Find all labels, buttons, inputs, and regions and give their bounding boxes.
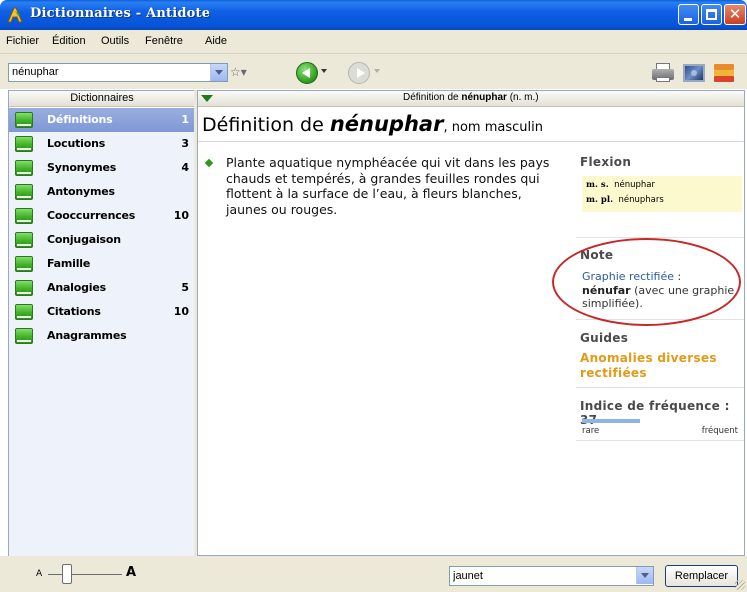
sidebar-item-label: Citations <box>47 305 101 318</box>
title-bar: Dictionnaires - Antidote ✕ <box>0 0 747 30</box>
green-book-icon <box>15 328 33 344</box>
dictionaries-list: Définitions 1 Locutions 3 Synonymes 4 An… <box>9 108 195 556</box>
sidebar-item-label: Cooccurrences <box>47 209 136 222</box>
sidebar-item-antonymes[interactable]: Antonymes <box>9 180 195 204</box>
green-book-icon <box>15 160 33 176</box>
sidebar-item-label: Conjugaison <box>47 233 121 246</box>
menu-aide[interactable]: Aide <box>205 35 227 47</box>
search-input[interactable] <box>12 66 207 78</box>
dictionaries-header: Dictionnaires <box>9 91 195 107</box>
guide-anomalies-link[interactable]: Anomalies diverses rectifiées <box>580 351 744 381</box>
sidebar-item-anagrammes[interactable]: Anagrammes <box>9 324 195 348</box>
replace-combobox[interactable] <box>449 566 654 586</box>
dictionaries-panel: Dictionnaires Définitions 1 Locutions 3 … <box>8 90 195 556</box>
green-book-icon <box>15 304 33 320</box>
flexion-title: Flexion <box>580 155 632 169</box>
green-book-icon <box>15 208 33 224</box>
page-title: Définition de nénuphar, nom masculin <box>202 112 543 136</box>
menu-bar: Fichier Édition Outils Fenêtre Aide <box>0 30 747 54</box>
frequency-bar <box>582 419 640 423</box>
definition-header: Définition de nénuphar (n. m.) <box>198 91 744 107</box>
sidebar-item-label: Analogies <box>47 281 106 294</box>
menu-outils[interactable]: Outils <box>101 35 129 47</box>
resize-grip[interactable] <box>735 580 745 590</box>
sidebar-item-cooccurrences[interactable]: Cooccurrences 10 <box>9 204 195 228</box>
zoom-slider-track[interactable] <box>48 574 122 575</box>
green-book-icon <box>15 184 33 200</box>
definition-header-text: Définition de nénuphar (n. m.) <box>403 92 539 103</box>
zoom-large-label: A <box>126 565 137 580</box>
green-book-icon <box>15 232 33 248</box>
sidebar-item-conjugaison[interactable]: Conjugaison <box>9 228 195 252</box>
forward-arrow-icon[interactable] <box>348 62 370 84</box>
toolbar: ☆▾ <box>0 54 747 89</box>
menu-edition[interactable]: Édition <box>52 35 86 47</box>
sidebar-item-definitions[interactable]: Définitions 1 <box>9 108 195 132</box>
maximize-button[interactable] <box>701 4 722 25</box>
flexion-row-singular: m. s. nénuphar <box>586 180 655 190</box>
frequency-axis <box>576 440 744 441</box>
headword: nénuphar <box>329 112 444 136</box>
print-icon[interactable] <box>652 63 674 83</box>
favorites-star-icon[interactable]: ☆▾ <box>230 65 254 81</box>
sidebar-item-label: Famille <box>47 257 91 270</box>
search-combobox[interactable] <box>8 63 228 82</box>
sidebar-item-count: 3 <box>181 137 189 150</box>
menu-fichier[interactable]: Fichier <box>6 35 39 47</box>
sidebar-item-analogies[interactable]: Analogies 5 <box>9 276 195 300</box>
back-arrow-icon[interactable] <box>296 62 318 84</box>
sidebar-item-label: Antonymes <box>47 185 115 198</box>
search-dropdown-button[interactable] <box>210 64 227 81</box>
frequency-label-rare: rare <box>582 426 600 436</box>
sidebar-item-famille[interactable]: Famille <box>9 252 195 276</box>
frequency-label-frequent: fréquent <box>701 426 738 436</box>
image-icon[interactable] <box>683 64 705 82</box>
guides-title: Guides <box>580 331 629 345</box>
sidebar-item-label: Locutions <box>47 137 106 150</box>
flexion-box: m. s. nénuphar m. pl. nénuphars <box>582 176 742 212</box>
replace-dropdown-button[interactable] <box>636 567 653 584</box>
zoom-small-label: A <box>36 569 43 579</box>
green-book-icon <box>15 112 33 128</box>
books-icon[interactable] <box>714 64 734 82</box>
sidebar-item-citations[interactable]: Citations 10 <box>9 300 195 324</box>
sidebar-item-label: Définitions <box>47 113 113 126</box>
zoom-slider-thumb[interactable] <box>62 564 72 584</box>
green-book-icon <box>15 256 33 272</box>
sidebar-item-label: Anagrammes <box>47 329 127 342</box>
close-button[interactable]: ✕ <box>724 4 746 25</box>
status-bar: A A Remplacer <box>0 556 747 592</box>
replace-input[interactable] <box>453 570 633 582</box>
collapse-triangle-icon[interactable] <box>201 95 213 102</box>
close-icon: ✕ <box>728 5 742 23</box>
sidebar-item-count: 5 <box>181 281 189 294</box>
sidebar-item-count: 10 <box>173 305 189 318</box>
menu-fenetre[interactable]: Fenêtre <box>145 35 183 47</box>
replace-button[interactable]: Remplacer <box>665 565 738 587</box>
minimize-button[interactable] <box>678 4 699 25</box>
window-title: Dictionnaires - Antidote <box>30 6 211 21</box>
sidebar-item-count: 10 <box>173 209 189 222</box>
back-history-chevron-icon[interactable] <box>321 69 327 73</box>
green-diamond-bullet-icon <box>204 158 214 168</box>
definition-text: Plante aquatique nymphéacée qui vit dans… <box>226 155 550 217</box>
maximize-icon <box>706 9 717 20</box>
flexion-row-plural: m. pl. nénuphars <box>586 195 664 205</box>
sidebar-item-count: 4 <box>181 161 189 174</box>
forward-history-chevron-icon[interactable] <box>374 69 380 73</box>
minimize-icon <box>684 18 692 21</box>
green-book-icon <box>15 136 33 152</box>
sidebar-item-locutions[interactable]: Locutions 3 <box>9 132 195 156</box>
red-annotation-ellipse <box>552 238 741 326</box>
sidebar-item-synonymes[interactable]: Synonymes 4 <box>9 156 195 180</box>
sidebar-item-label: Synonymes <box>47 161 117 174</box>
section-divider <box>576 387 744 388</box>
title-divider <box>198 141 744 142</box>
antidote-app-icon <box>7 7 23 23</box>
sidebar-item-count: 1 <box>181 113 189 126</box>
green-book-icon <box>15 280 33 296</box>
